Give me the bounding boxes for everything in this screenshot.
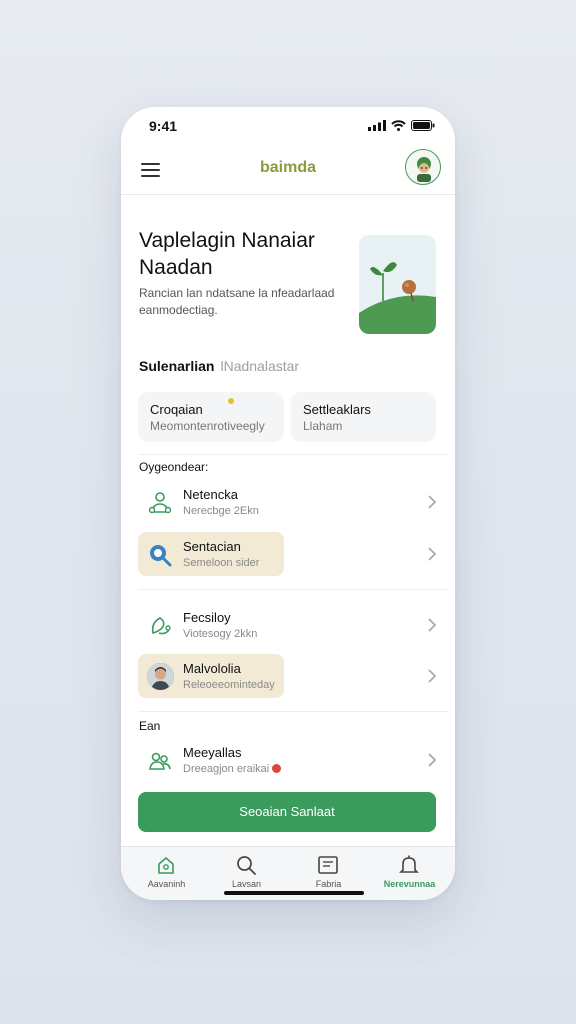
list-item-title: Fecsiloy xyxy=(183,610,231,625)
card-subtitle: Meomontenrotiveegly xyxy=(150,419,265,433)
hero-title: Vaplelagin Nanaiar Naadan xyxy=(139,227,359,281)
bell-icon xyxy=(399,855,419,873)
list-item-title: Malvololia xyxy=(183,661,241,676)
card-subtitle: Llaham xyxy=(303,419,343,433)
hero-title-line: Naadan xyxy=(139,256,213,279)
list-item[interactable]: Sentacian Semeloon sider xyxy=(138,532,438,576)
chevron-right-icon xyxy=(428,618,437,632)
list-item-subtitle: Nerecbge 2Ekn xyxy=(183,505,259,517)
info-card[interactable]: Settleaklars Llaham xyxy=(291,392,436,442)
document-icon xyxy=(318,856,338,874)
hero-subtitle: Rancian lan ndatsane la nfeadarlaad eanm… xyxy=(139,285,354,319)
divider xyxy=(138,454,448,455)
tab-label: Aavaninh xyxy=(147,879,186,889)
tab-notifications[interactable]: Nerevunnaa xyxy=(368,847,451,900)
avatar-illustration xyxy=(417,157,431,182)
section-subtitle: lNadnalastar xyxy=(220,358,300,374)
chevron-right-icon xyxy=(428,547,437,561)
chevron-right-icon xyxy=(428,753,437,767)
list-item-title: Sentacian xyxy=(183,539,241,554)
divider xyxy=(138,711,448,712)
signal-icon xyxy=(368,120,386,131)
hero-subtitle-line: Rancian lan ndatsane la nfeadarlaad xyxy=(139,286,335,300)
card-title: Croqaian xyxy=(150,402,203,417)
list-item-subtitle: Viotesogy 2kkn xyxy=(183,628,258,640)
info-card[interactable]: Croqaian Meomontenrotiveegly xyxy=(138,392,284,442)
app-bar: baimda xyxy=(121,147,455,195)
card-title: Settleaklars xyxy=(303,402,371,417)
home-indicator xyxy=(224,891,364,895)
tab-home[interactable]: Aavaninh xyxy=(125,847,208,900)
group-label: Ean xyxy=(139,719,161,733)
home-icon xyxy=(158,856,174,874)
user-network-icon xyxy=(148,492,172,514)
leaf-link-icon xyxy=(151,617,171,635)
search-icon xyxy=(150,545,172,567)
list-item-title: Netencka xyxy=(183,487,238,502)
group-icon xyxy=(149,752,171,770)
tab-label: Lavsan xyxy=(231,879,262,889)
list-item[interactable]: Malvololia Releoeeominteday xyxy=(138,654,438,698)
status-bar: 9:41 xyxy=(121,107,455,147)
list-item-subtitle: Releoeeominteday xyxy=(183,679,275,691)
list-item-subtitle: Semeloon sider xyxy=(183,557,260,569)
status-icons xyxy=(368,120,435,131)
chevron-right-icon xyxy=(428,669,437,683)
battery-icon xyxy=(411,120,435,131)
chevron-right-icon xyxy=(428,495,437,509)
avatar[interactable] xyxy=(405,149,441,185)
list-item[interactable]: Meeyallas Dreeagjon eraikai xyxy=(138,738,438,782)
group-label: Oygeondear: xyxy=(139,460,209,474)
search-icon xyxy=(237,856,256,875)
list-item[interactable]: Netencka Nerecbge 2Ekn xyxy=(138,480,438,524)
notification-dot xyxy=(228,398,234,404)
list-item[interactable]: Fecsiloy Viotesogy 2kkn xyxy=(138,603,438,647)
tab-label: Fabria xyxy=(315,879,342,889)
hero-subtitle-line: eanmodectiag. xyxy=(139,303,218,317)
alert-badge xyxy=(272,764,282,773)
section-header: Sulenarlian lNadnalastar xyxy=(139,358,299,374)
section-title: Sulenarlian xyxy=(139,358,215,374)
hero-illustration xyxy=(359,235,436,334)
status-time: 9:41 xyxy=(149,118,178,134)
list-item-subtitle: Dreeagjon eraikai xyxy=(183,763,282,775)
hero-title-line: Vaplelagin Nanaiar xyxy=(139,229,315,252)
primary-action-button[interactable]: Seoaian Sanlaat xyxy=(138,792,436,832)
tab-label: Nerevunnaa xyxy=(383,879,436,889)
divider xyxy=(138,589,448,590)
wifi-icon xyxy=(391,120,406,131)
sprout-illustration xyxy=(359,262,436,334)
profile-photo xyxy=(147,663,174,690)
phone-frame: 9:41 baimda Vaplelagin Nanaiar Naadan Ra… xyxy=(121,107,455,900)
list-item-title: Meeyallas xyxy=(183,745,242,760)
list-item-subtitle-text: Dreeagjon eraikai xyxy=(183,763,270,775)
